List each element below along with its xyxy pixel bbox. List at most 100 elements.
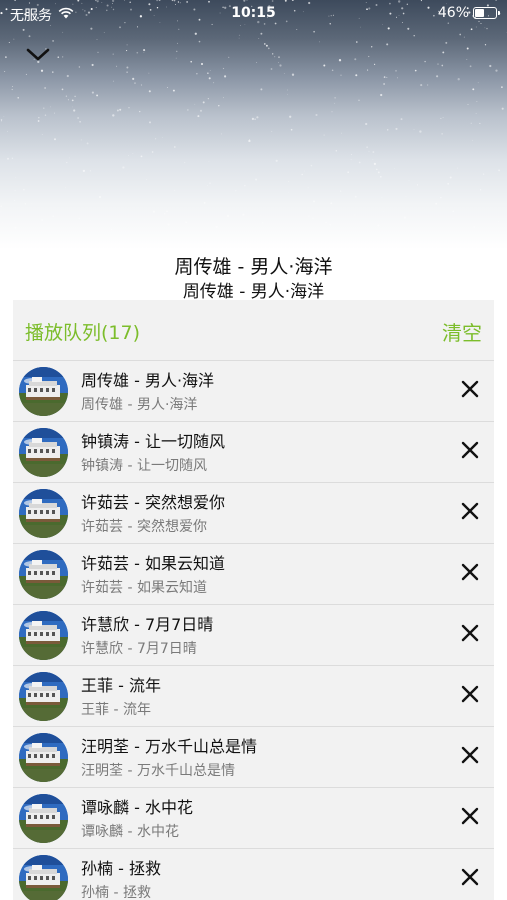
close-icon <box>461 563 479 585</box>
star <box>377 171 380 174</box>
star <box>467 104 469 105</box>
star <box>498 169 501 172</box>
star <box>14 190 16 192</box>
remove-from-queue-button[interactable] <box>458 684 482 708</box>
star <box>365 122 368 126</box>
star <box>270 68 273 70</box>
star <box>358 161 361 164</box>
star <box>473 226 476 228</box>
remove-from-queue-button[interactable] <box>458 501 482 525</box>
star <box>41 218 44 222</box>
star <box>307 187 309 189</box>
star <box>11 86 13 87</box>
star <box>452 217 454 219</box>
star <box>331 111 333 113</box>
remove-from-queue-button[interactable] <box>458 440 482 464</box>
star <box>283 73 285 74</box>
status-bar: 无服务 10:15 46% <box>0 0 507 28</box>
star <box>383 83 385 85</box>
star <box>338 59 342 62</box>
queue-item[interactable]: 孙楠 - 拯救 孙楠 - 拯救 <box>13 849 494 900</box>
star <box>475 113 477 114</box>
album-thumbnail <box>19 611 68 660</box>
star <box>372 159 374 160</box>
star <box>207 98 209 100</box>
song-subtitle: 王菲 - 流年 <box>81 702 151 718</box>
star <box>441 133 443 135</box>
queue-item[interactable]: 钟镇涛 - 让一切随风 钟镇涛 - 让一切随风 <box>13 422 494 483</box>
now-playing-info: 周传雄 - 男人·海洋 周传雄 - 男人·海洋 <box>0 254 507 304</box>
star <box>255 178 258 181</box>
close-icon <box>461 380 479 402</box>
star <box>248 139 251 143</box>
star <box>233 222 235 224</box>
queue-item[interactable]: 许茹芸 - 如果云知道 许茹芸 - 如果云知道 <box>13 544 494 605</box>
star <box>177 42 178 44</box>
star <box>373 162 377 166</box>
star <box>319 41 320 43</box>
star <box>261 222 264 224</box>
star <box>119 108 122 111</box>
star <box>287 191 289 193</box>
star <box>143 52 145 53</box>
star <box>167 87 168 89</box>
star <box>386 76 388 78</box>
star <box>61 88 64 91</box>
queue-item[interactable]: 汪明荃 - 万水千山总是情 汪明荃 - 万水千山总是情 <box>13 727 494 788</box>
album-thumbnail <box>19 550 68 599</box>
song-title: 周传雄 - 男人·海洋 <box>81 371 215 390</box>
star <box>407 27 410 30</box>
star <box>449 176 452 179</box>
star <box>6 130 8 132</box>
star <box>405 196 407 197</box>
star <box>400 118 403 121</box>
play-queue-panel: 播放队列(17) 清空 周传雄 - 男人·海洋 周传雄 - 男人·海洋 钟镇涛 … <box>13 300 494 900</box>
close-icon <box>461 441 479 463</box>
star <box>151 151 154 153</box>
queue-item[interactable]: 许茹芸 - 突然想爱你 许茹芸 - 突然想爱你 <box>13 483 494 544</box>
star <box>413 128 415 130</box>
album-thumbnail <box>19 367 68 416</box>
remove-from-queue-button[interactable] <box>458 562 482 586</box>
star <box>161 137 163 138</box>
star <box>469 65 472 68</box>
star <box>445 41 448 44</box>
song-title: 王菲 - 流年 <box>81 676 161 695</box>
star <box>235 190 237 192</box>
star <box>140 84 143 86</box>
song-title: 谭咏麟 - 水中花 <box>81 798 193 817</box>
star <box>96 39 98 40</box>
queue-item[interactable]: 周传雄 - 男人·海洋 周传雄 - 男人·海洋 <box>13 361 494 422</box>
close-icon <box>461 868 479 890</box>
star <box>442 117 444 119</box>
remove-from-queue-button[interactable] <box>458 379 482 403</box>
star <box>174 189 176 191</box>
remove-from-queue-button[interactable] <box>458 623 482 647</box>
star <box>167 223 170 226</box>
collapse-button[interactable] <box>20 40 56 72</box>
star <box>22 28 25 31</box>
star <box>122 166 125 169</box>
clear-queue-button[interactable]: 清空 <box>442 317 482 346</box>
queue-item[interactable]: 王菲 - 流年 王菲 - 流年 <box>13 666 494 727</box>
star <box>126 71 128 73</box>
star <box>0 205 2 207</box>
remove-from-queue-button[interactable] <box>458 806 482 830</box>
remove-from-queue-button[interactable] <box>458 867 482 891</box>
star <box>376 168 378 171</box>
star <box>148 90 151 93</box>
remove-from-queue-button[interactable] <box>458 745 482 769</box>
song-subtitle: 许慧欣 - 7月7日晴 <box>81 641 197 657</box>
queue-item[interactable]: 许慧欣 - 7月7日晴 许慧欣 - 7月7日晴 <box>13 605 494 666</box>
star <box>440 117 442 119</box>
star <box>213 82 215 84</box>
star <box>501 107 504 110</box>
star <box>427 84 429 86</box>
star <box>260 214 262 216</box>
star <box>372 151 375 153</box>
star <box>368 55 370 58</box>
star <box>495 69 498 72</box>
queue-item[interactable]: 谭咏麟 - 水中花 谭咏麟 - 水中花 <box>13 788 494 849</box>
song-title: 许茹芸 - 突然想爱你 <box>81 493 225 512</box>
star <box>476 101 478 102</box>
